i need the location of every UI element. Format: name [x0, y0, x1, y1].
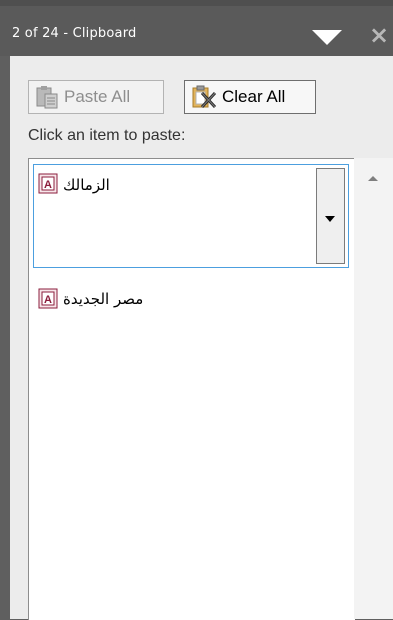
chevron-down-icon — [325, 216, 335, 222]
clipboard-item-1-text: الزمالك — [63, 176, 110, 194]
vertical-scrollbar[interactable] — [354, 158, 393, 619]
clipboard-item-2-text: مصر الجديدة — [63, 290, 144, 308]
clear-clipboard-icon — [192, 85, 217, 109]
clear-all-button[interactable]: Clear All — [184, 80, 316, 114]
close-icon[interactable]: × — [366, 20, 392, 50]
access-document-icon: A — [38, 288, 58, 309]
pane-title: 2 of 24 - Clipboard — [12, 26, 137, 41]
instruction-label: Click an item to paste: — [28, 127, 186, 144]
scroll-up-arrow-icon[interactable] — [368, 176, 378, 181]
svg-text:A: A — [44, 179, 52, 191]
task-pane-titlebar: 2 of 24 - Clipboard × — [0, 0, 393, 56]
paste-all-button[interactable]: Paste All — [28, 80, 164, 114]
clear-all-label: Clear All — [222, 87, 286, 106]
clipboard-item-1-dropdown-button[interactable] — [316, 168, 345, 264]
pane-options-dropdown-icon[interactable] — [312, 30, 342, 45]
svg-text:A: A — [44, 294, 52, 306]
titlebar-edge — [0, 0, 393, 6]
paste-icon — [36, 86, 58, 109]
access-document-icon: A — [38, 173, 58, 194]
paste-all-label: Paste All — [64, 87, 131, 106]
